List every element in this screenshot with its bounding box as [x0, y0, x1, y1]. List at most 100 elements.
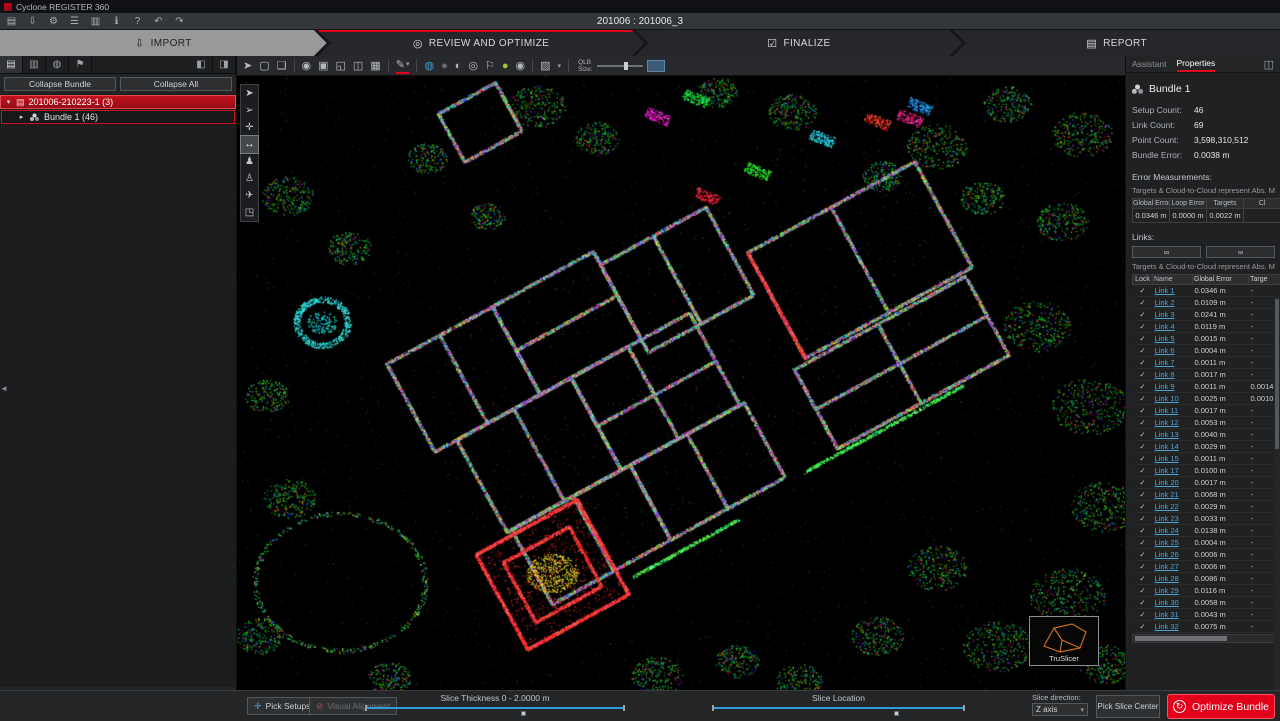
link-lock-check[interactable]: ✓	[1139, 526, 1145, 535]
limit-box-icon[interactable]: ◳	[241, 204, 258, 221]
slider-thumb[interactable]	[521, 711, 526, 716]
link-row[interactable]: ✓Link 80.0017 m-	[1133, 369, 1280, 381]
link-lock-check[interactable]: ✓	[1139, 454, 1145, 463]
workflow-step-finalize[interactable]: ☑ FINALIZE	[636, 30, 963, 56]
pick-cursor-icon[interactable]: ➢	[241, 102, 258, 119]
link-row[interactable]: ✓Link 210.0068 m-	[1133, 489, 1280, 501]
panel-layout-icon[interactable]: ◫	[1264, 58, 1274, 71]
link-name-link[interactable]: Link 12	[1155, 418, 1179, 427]
links-vertical-scrollbar[interactable]	[1274, 296, 1280, 690]
quad-view-icon[interactable]: ▦	[370, 59, 380, 72]
lamp-pin-icon[interactable]: ●	[502, 60, 509, 72]
link-row[interactable]: ✓Link 10.0346 m-	[1133, 285, 1280, 297]
slider-thumb[interactable]	[894, 711, 899, 716]
link-row[interactable]: ✓Link 320.0075 m-	[1133, 621, 1280, 633]
pick-setups-button[interactable]: ✛ Pick Setups	[247, 697, 317, 715]
link-name-link[interactable]: Link 1	[1155, 286, 1175, 295]
link-lock-check[interactable]: ✓	[1139, 586, 1145, 595]
fly-mode-icon[interactable]: ✈	[241, 187, 258, 204]
link-name-link[interactable]: Link 5	[1155, 334, 1175, 343]
link-lock-check[interactable]: ✓	[1139, 466, 1145, 475]
link-row[interactable]: ✓Link 20.0109 m-	[1133, 297, 1280, 309]
pick-slice-center-button[interactable]: Pick Slice Center	[1096, 695, 1160, 718]
link-row[interactable]: ✓Link 300.0058 m-	[1133, 597, 1280, 609]
slice-thickness-slider[interactable]	[365, 704, 625, 716]
link-lock-check[interactable]: ✓	[1139, 562, 1145, 571]
link-row[interactable]: ✓Link 260.0006 m-	[1133, 549, 1280, 561]
link-lock-check[interactable]: ✓	[1139, 622, 1145, 631]
walk-mode-icon[interactable]: ♙	[241, 170, 258, 187]
expander-icon[interactable]: ▸	[18, 113, 25, 121]
cloud-pair-icon[interactable]: ◐	[455, 60, 462, 72]
link-lock-check[interactable]: ✓	[1139, 394, 1145, 403]
fullscreen-icon[interactable]: ◱	[336, 59, 346, 72]
link-row[interactable]: ✓Link 90.0011 m0.0014	[1133, 381, 1280, 393]
link-lock-check[interactable]: ✓	[1139, 538, 1145, 547]
link-lock-check[interactable]: ✓	[1139, 370, 1145, 379]
globe-view-tab-icon[interactable]: ◍	[46, 56, 69, 73]
link-lock-check[interactable]: ✓	[1139, 406, 1145, 415]
link-name-link[interactable]: Link 26	[1155, 550, 1179, 559]
open-project-icon[interactable]: ▤	[5, 16, 18, 27]
measure-width-icon[interactable]: ↔	[241, 136, 258, 153]
link-lock-check[interactable]: ✓	[1139, 514, 1145, 523]
link-tool-button-1[interactable]: ∞	[1132, 246, 1201, 258]
link-row[interactable]: ✓Link 220.0029 m-	[1133, 501, 1280, 513]
zoom-window-tool-icon[interactable]: ❏	[277, 59, 287, 72]
links-horizontal-scrollbar[interactable]	[1132, 634, 1280, 643]
link-row[interactable]: ✓Link 280.0086 m-	[1133, 573, 1280, 585]
link-name-link[interactable]: Link 2	[1155, 298, 1175, 307]
link-name-link[interactable]: Link 24	[1155, 526, 1179, 535]
link-tool-button-2[interactable]: ∞	[1206, 246, 1275, 258]
link-name-link[interactable]: Link 9	[1155, 382, 1175, 391]
link-name-link[interactable]: Link 28	[1155, 574, 1179, 583]
redo-icon[interactable]: ↷	[173, 16, 186, 27]
link-lock-check[interactable]: ✓	[1139, 382, 1145, 391]
select-cursor-icon[interactable]: ➤	[241, 85, 258, 102]
link-name-link[interactable]: Link 15	[1155, 454, 1179, 463]
link-row[interactable]: ✓Link 110.0017 m-	[1133, 405, 1280, 417]
link-name-link[interactable]: Link 25	[1155, 538, 1179, 547]
import-icon[interactable]: ⇩	[26, 16, 39, 27]
link-name-link[interactable]: Link 23	[1155, 514, 1179, 523]
storage-icon[interactable]: ▥	[89, 16, 102, 27]
tree-item-bundle[interactable]: ▸ Bundle 1 (46)	[1, 110, 235, 124]
link-lock-check[interactable]: ✓	[1139, 442, 1145, 451]
workflow-step-report[interactable]: ▤ REPORT	[953, 30, 1280, 56]
truslicer-minimap[interactable]: TruSlicer	[1029, 616, 1099, 666]
link-row[interactable]: ✓Link 240.0138 m-	[1133, 525, 1280, 537]
link-lock-check[interactable]: ✓	[1139, 550, 1145, 559]
link-name-link[interactable]: Link 6	[1155, 346, 1175, 355]
workflow-step-review-and-optimize[interactable]: ◎ REVIEW AND OPTIMIZE	[318, 30, 645, 56]
slider-track[interactable]	[712, 707, 965, 709]
link-lock-check[interactable]: ✓	[1139, 574, 1145, 583]
undo-icon[interactable]: ↶	[152, 16, 165, 27]
scrollbar-thumb[interactable]	[1275, 299, 1279, 449]
panel-collapse-handle[interactable]: ◄	[0, 384, 8, 393]
link-row[interactable]: ✓Link 50.0015 m-	[1133, 333, 1280, 345]
link-name-link[interactable]: Link 30	[1155, 598, 1179, 607]
help-icon[interactable]: ?	[131, 16, 144, 27]
link-lock-check[interactable]: ✓	[1139, 610, 1145, 619]
cloud-view-dark-icon[interactable]: ●	[441, 60, 448, 72]
link-name-link[interactable]: Link 31	[1155, 610, 1179, 619]
link-name-link[interactable]: Link 27	[1155, 562, 1179, 571]
tab-properties[interactable]: Properties	[1177, 56, 1216, 72]
link-lock-check[interactable]: ✓	[1139, 430, 1145, 439]
link-lock-check[interactable]: ✓	[1139, 598, 1145, 607]
link-name-link[interactable]: Link 8	[1155, 370, 1175, 379]
scrollbar-thumb[interactable]	[1135, 636, 1227, 641]
link-row[interactable]: ✓Link 310.0043 m-	[1133, 609, 1280, 621]
marquee-select-tool-icon[interactable]: ▢	[259, 59, 269, 72]
collapse-right-icon[interactable]: ◨	[213, 56, 236, 73]
link-row[interactable]: ✓Link 30.0241 m-	[1133, 309, 1280, 321]
link-lock-check[interactable]: ✓	[1139, 298, 1145, 307]
chevron-down-icon[interactable]: ▾	[406, 60, 410, 68]
link-lock-check[interactable]: ✓	[1139, 346, 1145, 355]
markup-tool-group[interactable]: ✎ ▾	[396, 58, 410, 74]
tree-item-project[interactable]: ▾ ▤ 201006-210223-1 (3)	[0, 95, 236, 109]
link-lock-check[interactable]: ✓	[1139, 478, 1145, 487]
list-view-tab-icon[interactable]: ▤	[0, 56, 23, 73]
link-name-link[interactable]: Link 22	[1155, 502, 1179, 511]
flag-view-tab-icon[interactable]: ⚑	[69, 56, 92, 73]
